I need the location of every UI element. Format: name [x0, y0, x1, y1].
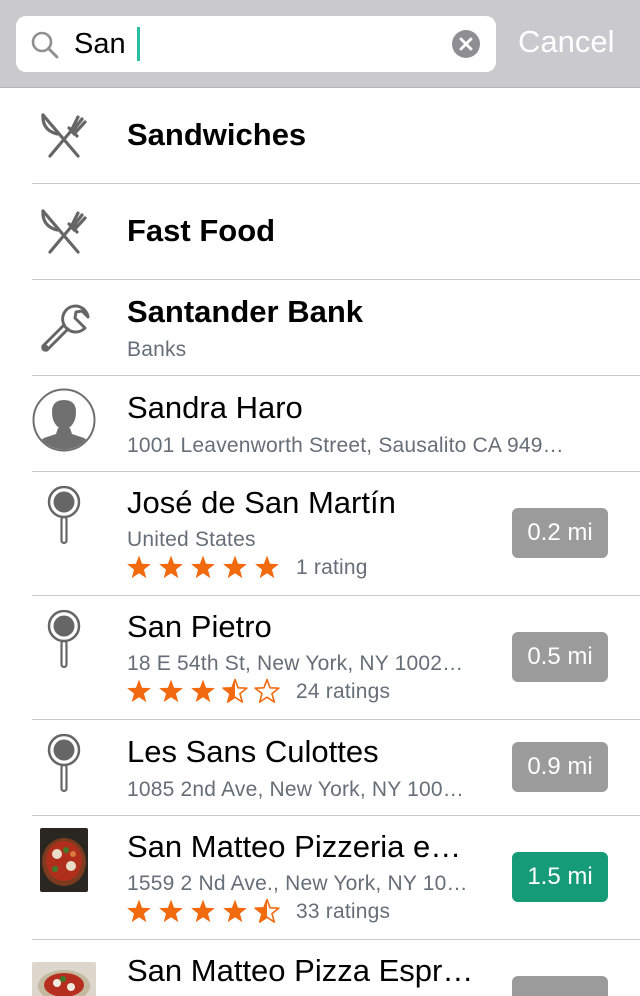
result-row-san-matteo-pizza-espresso[interactable]: San Matteo Pizza Espr… [0, 940, 640, 996]
result-subtitle: 1001 Leavenworth Street, Sausalito CA 94… [127, 434, 564, 457]
distance-badge [512, 976, 608, 996]
star-rating [127, 555, 279, 579]
result-subtitle: Banks [127, 338, 187, 361]
star-full-icon [255, 555, 279, 579]
result-title: Les Sans Culottes [127, 734, 379, 769]
result-subtitle: United States [127, 528, 256, 551]
star-full-icon [159, 679, 183, 703]
result-subtitle: 18 E 54th St, New York, NY 1002… [127, 652, 464, 675]
result-title: Sandra Haro [127, 390, 303, 425]
pizza-photo [40, 828, 88, 892]
star-rating [127, 898, 280, 923]
result-title: Fast Food [127, 213, 276, 248]
star-full-icon [191, 555, 215, 579]
star-full-icon [159, 899, 183, 923]
search-bar: San Cancel [0, 0, 640, 88]
fork-knife-icon [41, 209, 87, 254]
search-field[interactable]: San [16, 16, 496, 72]
search-icon [31, 31, 59, 59]
star-full-icon [127, 899, 151, 923]
star-half-icon [254, 898, 280, 923]
rating-count: 1 rating [296, 556, 368, 579]
search-input[interactable]: San [74, 28, 126, 60]
rating-count: 33 ratings [296, 900, 391, 923]
result-subtitle: 1085 2nd Ave, New York, NY 100… [127, 778, 464, 801]
result-title: José de San Martín [127, 485, 396, 520]
fork-knife-icon [41, 113, 87, 158]
result-title: San Matteo Pizza Espr… [127, 953, 474, 988]
distance-badge: 1.5 mi [512, 852, 608, 902]
result-row-fast-food[interactable]: Fast Food [0, 184, 640, 280]
result-title: San Pietro [127, 609, 272, 644]
star-empty-icon [254, 678, 280, 703]
distance-badge: 0.5 mi [512, 632, 608, 682]
cancel-button[interactable]: Cancel [518, 22, 615, 62]
star-full-icon [223, 899, 247, 923]
result-row-santander-bank[interactable]: Santander Bank Banks [0, 280, 640, 376]
contact-avatar-icon [32, 388, 96, 452]
result-title: Sandwiches [127, 117, 307, 152]
distance-badge: 0.2 mi [512, 508, 608, 558]
result-subtitle: 1559 2 Nd Ave., New York, NY 10… [127, 872, 468, 895]
result-row-les-sans-culottes[interactable]: Les Sans Culottes 1085 2nd Ave, New York… [0, 720, 640, 816]
clear-icon[interactable] [452, 30, 480, 58]
star-rating [127, 678, 280, 703]
map-pin-icon [47, 610, 81, 669]
text-cursor [137, 27, 140, 61]
result-row-jose-de-san-martin[interactable]: José de San Martín United States 1 ratin… [0, 472, 640, 596]
wrench-icon [41, 304, 90, 352]
result-row-sandra-haro[interactable]: Sandra Haro 1001 Leavenworth Street, Sau… [0, 376, 640, 472]
star-full-icon [191, 679, 215, 703]
result-row-san-matteo-pizzeria[interactable]: San Matteo Pizzeria e… 1559 2 Nd Ave., N… [0, 816, 640, 940]
star-full-icon [159, 555, 183, 579]
star-full-icon [127, 555, 151, 579]
star-full-icon [223, 555, 247, 579]
map-pin-icon [47, 486, 81, 545]
distance-badge: 0.9 mi [512, 742, 608, 792]
map-pin-icon [47, 734, 81, 793]
star-full-icon [127, 679, 151, 703]
result-row-san-pietro[interactable]: San Pietro 18 E 54th St, New York, NY 10… [0, 596, 640, 720]
star-half-icon [222, 678, 248, 703]
result-title: Santander Bank [127, 294, 364, 329]
result-title: San Matteo Pizzeria e… [127, 829, 462, 864]
result-row-sandwiches[interactable]: Sandwiches [0, 88, 640, 184]
star-full-icon [191, 899, 215, 923]
pizza-photo [32, 962, 96, 996]
rating-count: 24 ratings [296, 680, 391, 703]
